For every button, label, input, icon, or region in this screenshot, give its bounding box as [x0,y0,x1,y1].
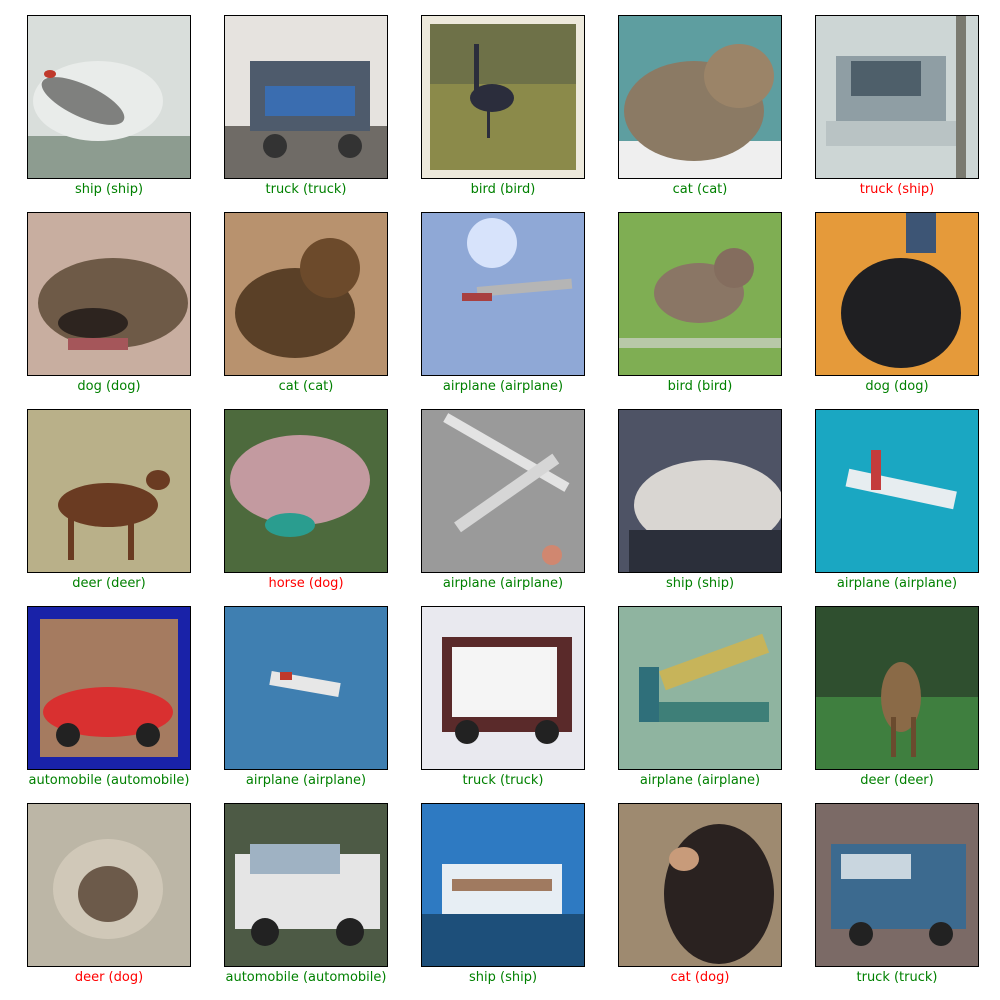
grid-item: automobile (automobile) [27,606,191,791]
grid-item: airplane (airplane) [224,606,388,791]
bird-image [618,212,782,376]
airplane-image [224,606,388,770]
grid-item: dog (dog) [815,212,979,397]
grid-item: airplane (airplane) [815,409,979,594]
truck-image [421,606,585,770]
truck-image [224,15,388,179]
dog-image [618,803,782,967]
image-grid: ship (ship) truck (truck) bird (bird) ca… [0,0,1000,1000]
grid-item: dog (dog) [27,212,191,397]
airplane-image [618,606,782,770]
automobile-image [224,803,388,967]
grid-item: cat (cat) [224,212,388,397]
grid-item: ship (ship) [421,803,585,988]
airplane-image [815,409,979,573]
truck-image [815,803,979,967]
airplane-image [421,409,585,573]
grid-item: deer (deer) [815,606,979,791]
grid-item: truck (truck) [224,15,388,200]
grid-item: ship (ship) [27,15,191,200]
grid-item: automobile (automobile) [224,803,388,988]
dog-image [27,803,191,967]
grid-item: airplane (airplane) [421,409,585,594]
grid-item: airplane (airplane) [421,212,585,397]
prediction-label: deer (deer) [860,773,934,788]
grid-item: horse (dog) [224,409,388,594]
cat-image [224,212,388,376]
deer-image [815,606,979,770]
bird-image [421,15,585,179]
prediction-label: airplane (airplane) [836,576,958,591]
ship-image [27,15,191,179]
dog-image [27,212,191,376]
grid-item: bird (bird) [618,212,782,397]
ship-image [815,15,979,179]
grid-item: ship (ship) [618,409,782,594]
grid-item: cat (cat) [618,15,782,200]
ship-image [618,409,782,573]
grid-item: truck (ship) [815,15,979,200]
dog-image [224,409,388,573]
grid-item: deer (dog) [27,803,191,988]
automobile-image [27,606,191,770]
cat-image [618,15,782,179]
grid-item: airplane (airplane) [618,606,782,791]
deer-image [27,409,191,573]
grid-item: cat (dog) [618,803,782,988]
grid-item: truck (truck) [815,803,979,988]
grid-item: bird (bird) [421,15,585,200]
ship-image [421,803,585,967]
prediction-label: truck (truck) [856,970,938,985]
prediction-label: truck (ship) [859,182,935,197]
grid-item: deer (deer) [27,409,191,594]
dog-image [815,212,979,376]
grid-item: truck (truck) [421,606,585,791]
airplane-image [421,212,585,376]
prediction-label: dog (dog) [865,379,929,394]
